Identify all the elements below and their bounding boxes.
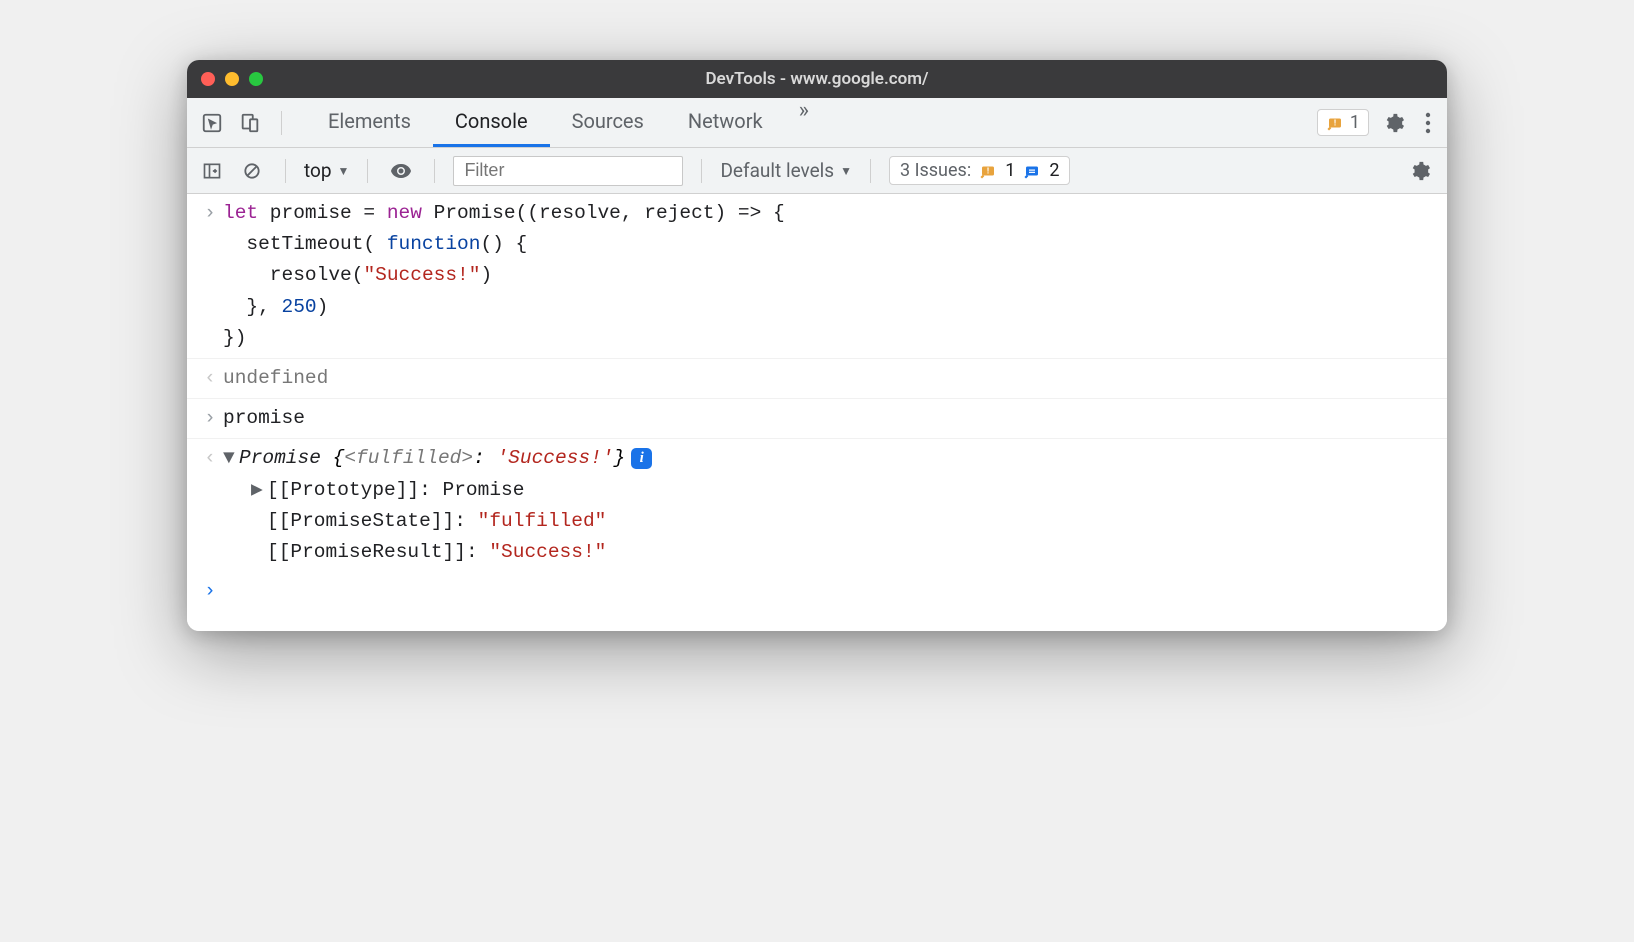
divider (870, 159, 871, 183)
divider (285, 159, 286, 183)
console-prompt-row[interactable]: › (187, 572, 1447, 611)
tab-network[interactable]: Network (666, 98, 785, 147)
console-input-row: › promise (187, 399, 1447, 439)
window-title: DevTools - www.google.com/ (187, 69, 1447, 89)
log-levels-label: Default levels (720, 159, 834, 182)
collapse-icon[interactable]: ▼ (223, 443, 239, 474)
chevron-down-icon: ▼ (338, 164, 350, 178)
warning-icon: ! (979, 162, 997, 180)
output-chevron-icon: ‹ (197, 363, 223, 394)
divider (367, 159, 368, 183)
close-window-button[interactable] (201, 72, 215, 86)
console-output-row: ‹ undefined (187, 359, 1447, 399)
output-chevron-icon: ‹ (197, 443, 223, 568)
tab-overflow[interactable]: » (785, 98, 823, 147)
device-toolbar-icon[interactable] (235, 108, 265, 138)
tabs: Elements Console Sources Network » (306, 98, 823, 147)
console-output-row: ‹ ▼Promise {<fulfilled>: 'Success!'}i ▶[… (187, 439, 1447, 572)
prompt-chevron-icon: › (197, 576, 223, 607)
info-icon (1023, 162, 1041, 180)
console-input-row: › let promise = new Promise((resolve, re… (187, 194, 1447, 359)
code-input[interactable]: promise (223, 403, 1435, 434)
context-selector[interactable]: top ▼ (304, 159, 349, 182)
code-block[interactable]: let promise = new Promise((resolve, reje… (223, 198, 1435, 354)
context-label: top (304, 159, 332, 182)
filter-input[interactable] (453, 156, 683, 186)
chevron-down-icon: ▼ (840, 164, 852, 178)
console-settings-icon[interactable] (1403, 160, 1437, 182)
maximize-window-button[interactable] (249, 72, 263, 86)
minimize-window-button[interactable] (225, 72, 239, 86)
divider (434, 159, 435, 183)
result-undefined: undefined (223, 363, 1435, 394)
divider (701, 159, 702, 183)
tab-sources[interactable]: Sources (550, 98, 666, 147)
input-chevron-icon: › (197, 198, 223, 354)
issues-label: 3 Issues: (900, 160, 971, 181)
menu-icon[interactable] (1419, 112, 1437, 134)
console-output[interactable]: › let promise = new Promise((resolve, re… (187, 194, 1447, 631)
warning-icon: ! (1326, 114, 1344, 132)
info-badge-icon[interactable]: i (631, 448, 652, 469)
traffic-lights (201, 72, 263, 86)
input-chevron-icon: › (197, 403, 223, 434)
tab-elements[interactable]: Elements (306, 98, 433, 147)
issues-info-count: 2 (1049, 160, 1059, 181)
svg-text:!: ! (987, 166, 989, 176)
clear-console-icon[interactable] (237, 156, 267, 186)
svg-text:!: ! (1334, 118, 1336, 128)
titlebar: DevTools - www.google.com/ (187, 60, 1447, 98)
console-toolbar: top ▼ Default levels ▼ 3 Issues: ! 1 2 (187, 148, 1447, 194)
sidebar-toggle-icon[interactable] (197, 156, 227, 186)
issues-warn-count: 1 (1005, 160, 1015, 181)
tab-console[interactable]: Console (433, 98, 550, 147)
log-levels-selector[interactable]: Default levels ▼ (720, 159, 852, 182)
settings-icon[interactable] (1377, 112, 1411, 134)
divider (281, 111, 282, 135)
issues-badge[interactable]: 3 Issues: ! 1 2 (889, 156, 1070, 185)
object-inspection[interactable]: ▼Promise {<fulfilled>: 'Success!'}i ▶[[P… (223, 443, 1435, 568)
tab-strip: Elements Console Sources Network » ! 1 (187, 98, 1447, 148)
devtools-window: DevTools - www.google.com/ Elements Cons… (187, 60, 1447, 631)
inspect-element-icon[interactable] (197, 108, 227, 138)
prompt-input[interactable] (223, 576, 1435, 607)
warning-badge[interactable]: ! 1 (1317, 109, 1369, 136)
expand-icon[interactable]: ▶ (251, 475, 267, 506)
warning-count: 1 (1350, 112, 1360, 133)
live-expression-icon[interactable] (386, 156, 416, 186)
